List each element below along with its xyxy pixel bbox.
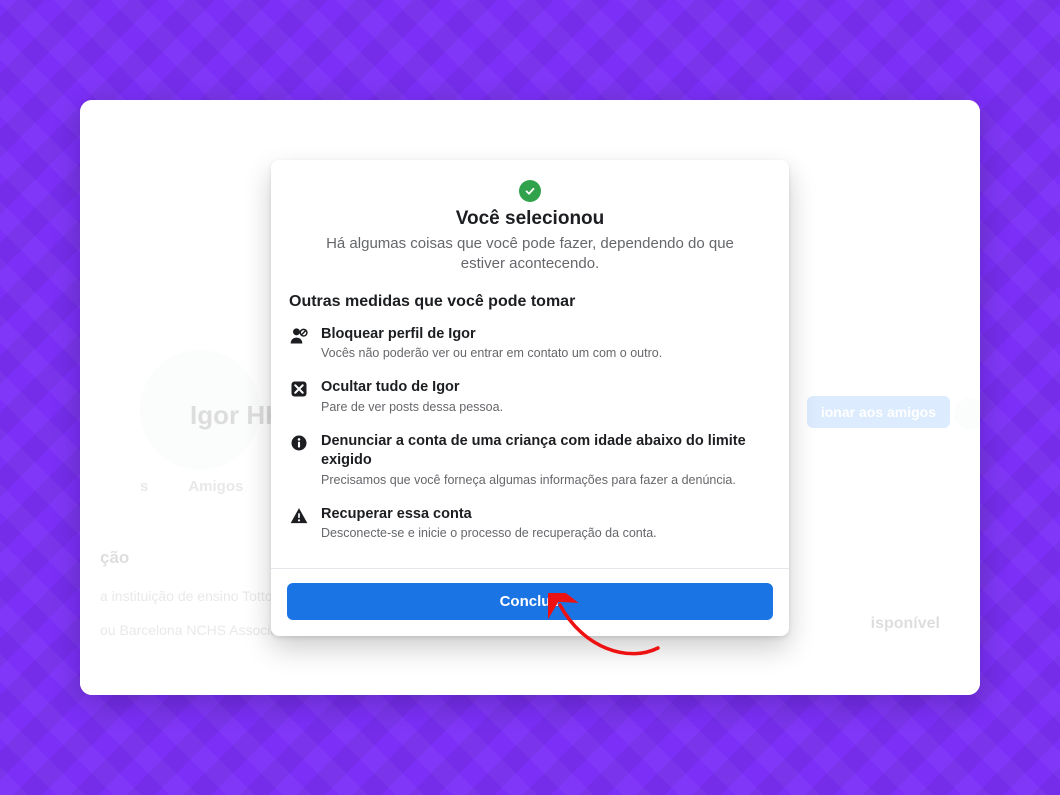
tab-item: Amigos — [188, 478, 243, 495]
availability-label: isponível — [871, 615, 940, 633]
action-report-underage[interactable]: Denunciar a conta de uma criança com ida… — [289, 432, 771, 489]
modal-subtitle: Há algumas coisas que você pode fazer, d… — [289, 234, 771, 275]
action-title: Denunciar a conta de uma criança com ida… — [321, 432, 771, 470]
hide-icon — [289, 379, 309, 399]
profile-name: Igor HK — [190, 400, 284, 431]
section-heading: ção — [100, 548, 129, 568]
action-block-profile[interactable]: Bloquear perfil de Igor Vocês não poderã… — [289, 325, 771, 363]
conclude-button[interactable]: Concluir — [287, 583, 773, 620]
add-friend-button: ionar aos amigos — [807, 396, 950, 428]
action-title: Recuperar essa conta — [321, 505, 771, 524]
more-button — [954, 398, 980, 430]
block-user-icon — [289, 326, 309, 346]
action-description: Desconecte-se e inicie o processo de rec… — [321, 525, 771, 542]
action-description: Precisamos que você forneça algumas info… — [321, 472, 771, 489]
warning-icon — [289, 506, 309, 526]
action-recover-account[interactable]: Recuperar essa conta Desconecte-se e ini… — [289, 505, 771, 543]
action-hide-all[interactable]: Ocultar tudo de Igor Pare de ver posts d… — [289, 378, 771, 416]
action-title: Ocultar tudo de Igor — [321, 378, 771, 397]
tab-item: s — [140, 478, 148, 495]
action-description: Vocês não poderão ver ou entrar em conta… — [321, 345, 771, 362]
action-title: Bloquear perfil de Igor — [321, 325, 771, 344]
info-icon — [289, 433, 309, 453]
section-title: Outras medidas que você pode tomar — [289, 293, 771, 311]
action-description: Pare de ver posts dessa pessoa. — [321, 399, 771, 416]
success-check-icon — [519, 180, 541, 202]
confirmation-modal: Você selecionou Há algumas coisas que vo… — [271, 160, 789, 636]
modal-title: Você selecionou — [289, 208, 771, 230]
info-line: a instituição de ensino Tottote — [100, 588, 284, 604]
